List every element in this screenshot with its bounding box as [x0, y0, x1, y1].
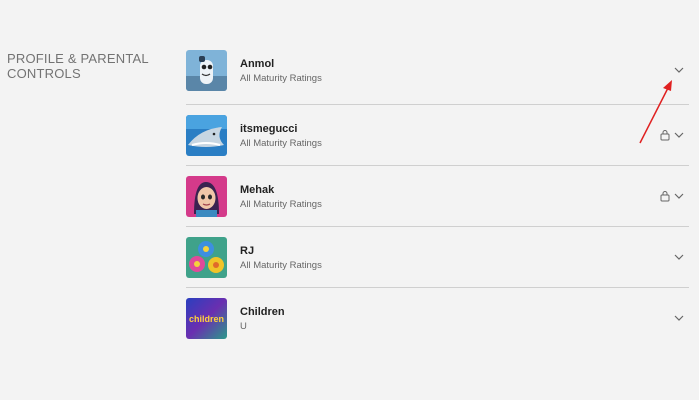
profile-row-mehak[interactable]: Mehak All Maturity Ratings: [186, 166, 689, 227]
lock-icon: [660, 130, 670, 141]
profile-row-itsmegucci[interactable]: itsmegucci All Maturity Ratings: [186, 105, 689, 166]
profile-row-rj[interactable]: RJ All Maturity Ratings: [186, 227, 689, 288]
profile-rating: All Maturity Ratings: [240, 138, 322, 149]
lock-icon: [660, 191, 670, 202]
profile-name: Mehak: [240, 184, 275, 196]
profile-name: Children: [240, 306, 285, 318]
profile-rating: U: [240, 321, 247, 332]
robot-avatar-icon: [186, 50, 227, 91]
profile-rating: All Maturity Ratings: [240, 73, 322, 84]
chevron-down-icon[interactable]: [673, 129, 685, 141]
profile-rating: All Maturity Ratings: [240, 260, 322, 271]
section-title-line2: CONTROLS: [7, 66, 81, 81]
profile-list: Anmol All Maturity Ratings itsmegucci Al…: [186, 44, 689, 348]
shark-avatar-icon: [186, 115, 227, 156]
profile-row-children[interactable]: children Children U: [186, 288, 689, 348]
chevron-down-icon[interactable]: [673, 312, 685, 324]
profile-row-anmol[interactable]: Anmol All Maturity Ratings: [186, 44, 689, 105]
children-logo-text: children: [189, 314, 224, 324]
girl-avatar-icon: [186, 176, 227, 217]
section-title: PROFILE & PARENTAL CONTROLS: [7, 51, 149, 81]
chevron-down-icon[interactable]: [673, 64, 685, 76]
profile-name: itsmegucci: [240, 123, 298, 135]
section-title-line1: PROFILE & PARENTAL: [7, 51, 149, 66]
profile-name: Anmol: [240, 58, 275, 70]
profile-name: RJ: [240, 245, 255, 257]
chevron-down-icon[interactable]: [673, 251, 685, 263]
flowers-avatar-icon: [186, 237, 227, 278]
children-avatar-icon: children: [186, 298, 227, 339]
chevron-down-icon[interactable]: [673, 190, 685, 202]
profile-rating: All Maturity Ratings: [240, 199, 322, 210]
